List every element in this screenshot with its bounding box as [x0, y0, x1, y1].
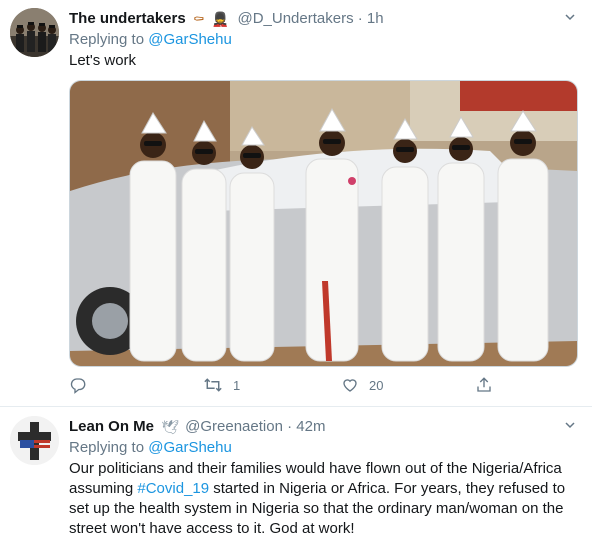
replying-to-link[interactable]: @GarShehu	[148, 31, 232, 48]
tweet-header: Lean On Me 🕊 @Greenaetion · 42m	[69, 417, 325, 437]
chevron-down-icon[interactable]	[564, 11, 576, 26]
retweet-icon	[204, 378, 222, 392]
like-button[interactable]: 20	[341, 376, 383, 394]
avatar[interactable]	[10, 8, 59, 57]
like-icon	[343, 379, 357, 392]
coffin-emoji: ⚰	[192, 11, 205, 27]
chevron-down-icon[interactable]	[564, 419, 576, 434]
avatar[interactable]	[10, 416, 59, 465]
tweet-header: The undertakers ⚰ 💂 @D_Undertakers · 1h	[69, 9, 384, 29]
handle[interactable]: @D_Undertakers	[237, 10, 353, 27]
timestamp[interactable]: · 42m	[287, 418, 325, 435]
share-icon	[477, 377, 491, 392]
replying-to: Replying to @GarShehu	[69, 30, 232, 50]
tweet-actions: 1 20	[69, 376, 509, 398]
tweet-divider	[0, 406, 592, 407]
replying-to: Replying to @GarShehu	[69, 438, 232, 458]
undertakers-photo	[70, 81, 577, 366]
display-name[interactable]: Lean On Me	[69, 418, 154, 435]
like-count: 20	[369, 377, 384, 393]
display-name[interactable]: The undertakers	[69, 10, 186, 27]
reply-icon	[70, 378, 86, 394]
dove-emoji: 🕊	[161, 419, 179, 435]
replying-to-link[interactable]: @GarShehu	[148, 439, 232, 456]
replying-prefix: Replying to	[69, 439, 149, 456]
timestamp[interactable]: · 1h	[358, 10, 384, 27]
retweet-count: 1	[233, 377, 241, 393]
share-button[interactable]	[475, 376, 493, 394]
hashtag-link[interactable]: #Covid_19	[137, 480, 209, 497]
tweet-text: Let's work	[69, 52, 137, 69]
retweet-button[interactable]: 1	[203, 376, 240, 394]
reply-button[interactable]	[69, 376, 97, 394]
handle[interactable]: @Greenaetion	[185, 418, 283, 435]
tweet-photo[interactable]	[69, 80, 578, 367]
guard-emoji: 💂	[211, 11, 230, 27]
replying-prefix: Replying to	[69, 31, 149, 48]
tweet-text: Our politicians and their families would…	[69, 459, 579, 539]
